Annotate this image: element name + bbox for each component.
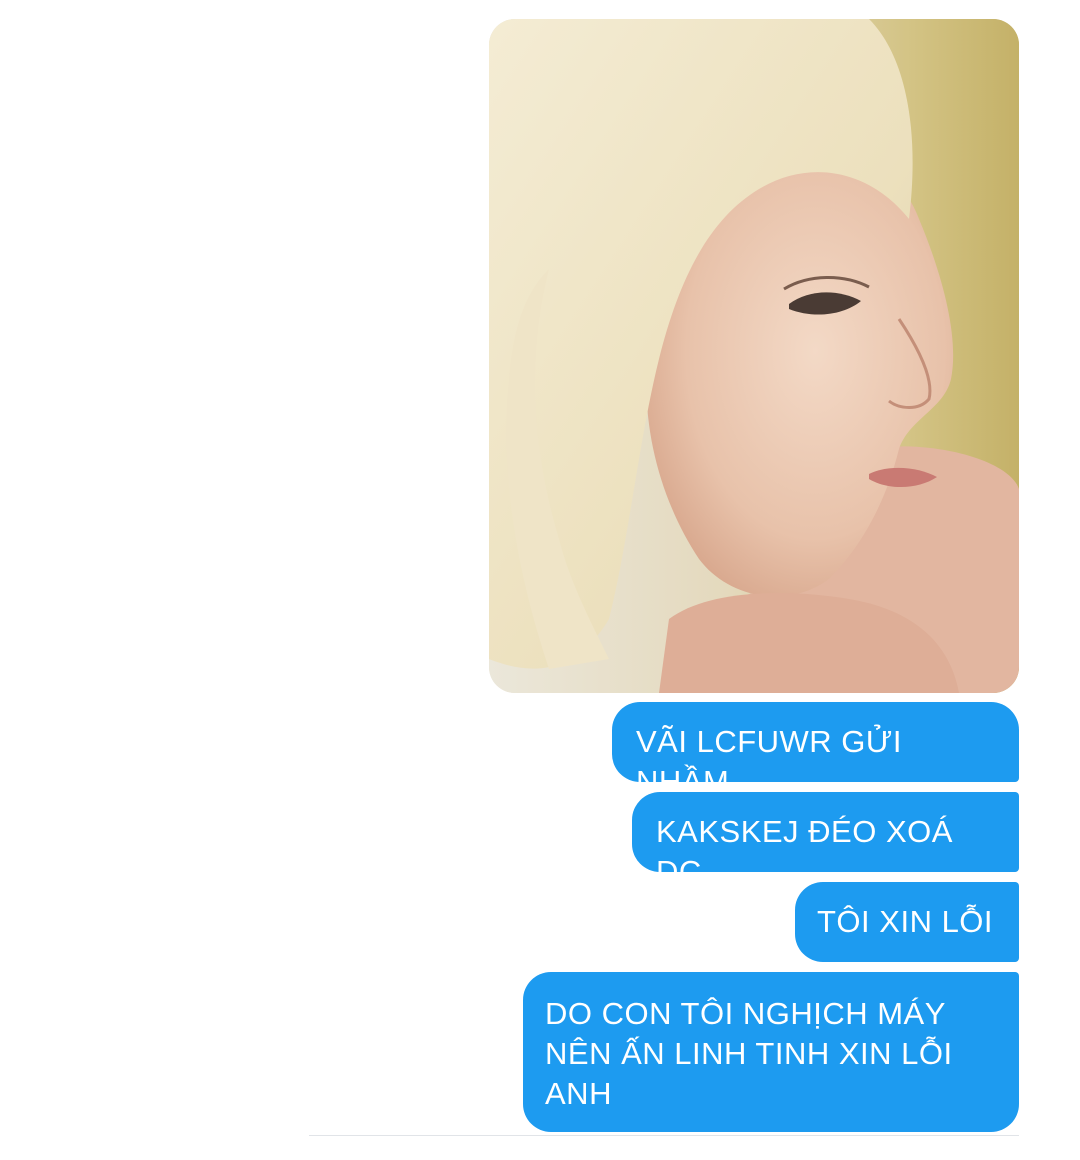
chat-thread: VÃI LCFUWR GỬI NHẦM KAKSKEJ ĐÉO XOÁ DC T… xyxy=(0,0,1080,1160)
message-bubble[interactable]: DO CON TÔI NGHỊCH MÁY NÊN ẤN LINH TINH X… xyxy=(523,972,1019,1132)
message-bubble[interactable]: VÃI LCFUWR GỬI NHẦM xyxy=(612,702,1019,799)
message-bubble[interactable]: KAKSKEJ ĐÉO XOÁ DC xyxy=(632,792,1019,889)
message-bubble[interactable]: TÔI XIN LỖI xyxy=(795,882,1019,962)
divider xyxy=(309,1135,1019,1136)
photo-message[interactable] xyxy=(489,19,1019,693)
photo-portrait-icon xyxy=(489,19,1019,693)
